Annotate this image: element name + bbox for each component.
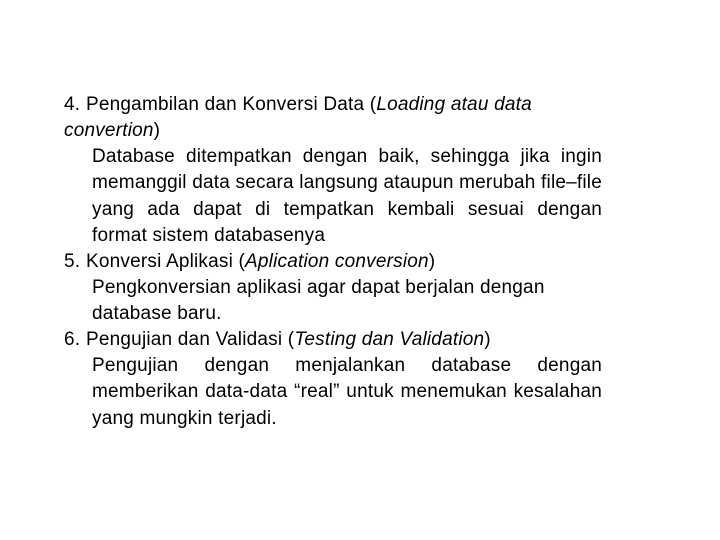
title-text-before: Pengambilan dan Konversi Data ( <box>86 94 376 115</box>
title-text-after: ) <box>154 120 161 141</box>
list-item-title: 5.Konversi Aplikasi (Aplication conversi… <box>64 249 602 275</box>
title-text-before: Pengujian dan Validasi ( <box>86 329 294 350</box>
title-text-italic: Aplication conversion <box>245 251 429 272</box>
list-item: 5.Konversi Aplikasi (Aplication conversi… <box>64 249 602 327</box>
list-item-number: 6. <box>64 327 86 353</box>
list-item-body: Database ditempatkan dengan baik, sehing… <box>92 144 602 249</box>
title-text-after: ) <box>484 329 491 350</box>
list-item-number: 4. <box>64 92 86 118</box>
document-page: 4.Pengambilan dan Konversi Data (Loading… <box>0 0 720 540</box>
title-text-italic: Testing dan Validation <box>294 329 484 350</box>
list-item-title: 6.Pengujian dan Validasi (Testing dan Va… <box>64 327 602 353</box>
list-item-body: Pengujian dengan menjalankan database de… <box>92 353 602 431</box>
list-item-number: 5. <box>64 249 86 275</box>
title-text-after: ) <box>429 251 436 272</box>
list-item-title: 4.Pengambilan dan Konversi Data (Loading… <box>64 92 602 144</box>
list-item-body: Pengkonversian aplikasi agar dapat berja… <box>92 275 602 327</box>
list-item: 4.Pengambilan dan Konversi Data (Loading… <box>64 92 602 249</box>
list-item: 6.Pengujian dan Validasi (Testing dan Va… <box>64 327 602 432</box>
title-text-before: Konversi Aplikasi ( <box>86 251 245 272</box>
